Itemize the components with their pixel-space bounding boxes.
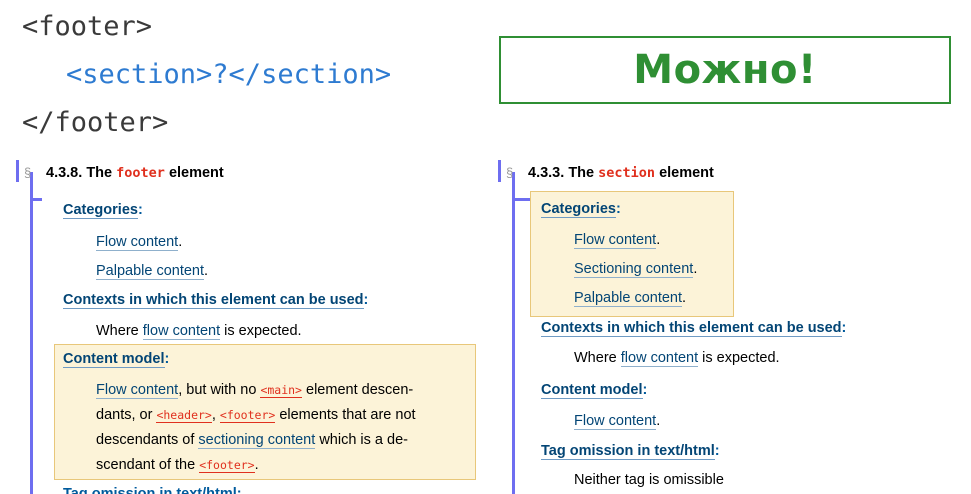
sidebar-bar — [30, 172, 33, 494]
flow-content-link[interactable]: flow content — [620, 350, 699, 367]
title-prefix: The — [568, 165, 595, 181]
categories-term: Categories: — [63, 202, 143, 219]
spec-section-panel: § 4.3.3. The section element Categories:… — [486, 160, 971, 494]
content-model-text: scendant of the — [96, 457, 196, 473]
sectioning-content-link[interactable]: sectioning content — [198, 432, 316, 449]
contexts-term: Contexts in which this element can be us… — [63, 292, 369, 309]
categories-link[interactable]: Categories — [63, 202, 138, 219]
section-anchor-icon[interactable]: § — [506, 165, 513, 180]
content-model-term: Content model: — [541, 382, 648, 399]
title-prefix: The — [86, 165, 113, 181]
contexts-text: Where — [574, 350, 617, 366]
sidebar-bar — [498, 160, 501, 182]
category-item: Palpable content. — [574, 290, 687, 307]
verdict-box: Можно! — [499, 36, 951, 104]
contexts-text: Where — [96, 323, 139, 339]
sidebar-bar — [512, 198, 530, 201]
flow-content-link[interactable]: flow content — [142, 323, 221, 340]
element-name: section — [598, 165, 656, 181]
category-link[interactable]: Palpable content — [574, 290, 683, 307]
categories-link[interactable]: Categories — [541, 201, 616, 218]
category-link[interactable]: Sectioning content — [574, 261, 694, 278]
section-heading: 4.3.8. The footer element — [46, 165, 224, 181]
content-model-term: Content model: — [63, 351, 170, 368]
tag-omission-term: Tag omission in text/html: — [541, 443, 720, 460]
flow-content-link[interactable]: Flow content — [574, 413, 657, 430]
content-model-text: . — [254, 457, 259, 473]
header-element-link[interactable]: <header> — [156, 408, 212, 423]
content-model-link[interactable]: Content model — [541, 382, 643, 399]
content-model-text: descendants of — [96, 432, 195, 448]
sidebar-bar — [512, 172, 515, 494]
sidebar-bar — [30, 198, 42, 201]
content-model-text: element descen- — [306, 382, 414, 398]
sidebar-bar — [16, 160, 19, 182]
contexts-text: is expected. — [224, 323, 302, 339]
spec-footer-panel: § 4.3.8. The footer element Categories: … — [0, 160, 485, 494]
content-model-text: which is a de- — [319, 432, 408, 448]
category-item: Flow content. — [574, 232, 661, 249]
flow-content-link[interactable]: Flow content — [96, 382, 179, 399]
tag-omission-link[interactable]: Tag omission in text/html — [541, 443, 715, 460]
content-model-link[interactable]: Content model — [63, 351, 165, 368]
category-item: Palpable content. — [96, 263, 209, 280]
content-model-line: dants, or <header>, <footer> elements th… — [96, 407, 416, 423]
footer-element-link[interactable]: <footer> — [199, 458, 255, 473]
content-model-text: , but with no — [178, 382, 257, 398]
contexts-description: Where flow content is expected. — [574, 350, 780, 367]
tag-omission-value: Neither tag is omissible — [574, 472, 724, 488]
contexts-text: is expected. — [702, 350, 780, 366]
category-item: Flow content. — [96, 234, 183, 251]
content-model-text: elements that are not — [279, 407, 416, 423]
main-element-link[interactable]: <main> — [260, 383, 302, 398]
content-model-text: , — [211, 407, 216, 423]
contexts-link[interactable]: Contexts in which this element can be us… — [63, 292, 364, 309]
tag-omission-term-cutoff: Tag omission in text/html: — [63, 486, 242, 494]
code-line-footer-close: </footer> — [22, 107, 169, 138]
code-line-section: <section>?</section> — [66, 59, 392, 90]
section-heading: 4.3.3. The section element — [528, 165, 714, 181]
content-model-line: descendants of sectioning content which … — [96, 432, 408, 449]
footer-element-link[interactable]: <footer> — [219, 408, 276, 423]
contexts-link[interactable]: Contexts in which this element can be us… — [541, 320, 842, 337]
section-number: 4.3.3. — [528, 165, 565, 181]
category-link[interactable]: Flow content — [96, 234, 179, 251]
category-link[interactable]: Flow content — [574, 232, 657, 249]
element-name: footer — [116, 165, 165, 181]
section-number: 4.3.8. — [46, 165, 83, 181]
title-suffix: element — [168, 165, 224, 181]
content-model-text: dants, or — [96, 407, 153, 423]
content-model-line: scendant of the <footer>. — [96, 457, 259, 473]
content-model-value: Flow content. — [574, 413, 661, 430]
category-link[interactable]: Palpable content — [96, 263, 205, 280]
category-item: Sectioning content. — [574, 261, 698, 278]
section-anchor-icon[interactable]: § — [24, 165, 31, 180]
contexts-description: Where flow content is expected. — [96, 323, 302, 340]
title-suffix: element — [659, 165, 714, 181]
contexts-term: Contexts in which this element can be us… — [541, 320, 847, 337]
categories-term: Categories: — [541, 201, 621, 218]
content-model-line: Flow content, but with no <main> element… — [96, 382, 414, 399]
code-line-footer-open: <footer> — [22, 11, 153, 42]
